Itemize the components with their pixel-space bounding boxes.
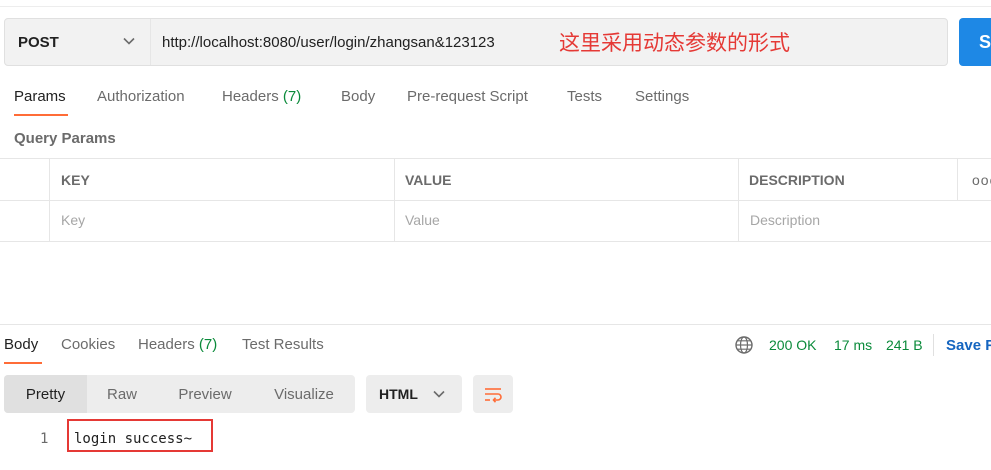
bulk-edit-menu-icon[interactable]: ooo — [972, 172, 991, 188]
tab-settings[interactable]: Settings — [635, 88, 689, 108]
tab-label: Authorization — [97, 88, 185, 105]
response-tab-headers[interactable]: Headers (7) — [138, 336, 217, 353]
headers-count: (7) — [282, 88, 302, 105]
chevron-down-icon — [433, 390, 445, 398]
column-header-key: KEY — [61, 172, 90, 188]
tab-label: Tests — [567, 88, 603, 105]
response-headers-count: (7) — [198, 336, 218, 353]
method-select[interactable]: POST — [5, 19, 151, 65]
column-divider — [957, 159, 958, 200]
query-params-title: Query Params — [14, 130, 116, 147]
line-number: 1 — [40, 431, 49, 447]
response-tab-test-results[interactable]: Test Results — [242, 336, 324, 353]
row-divider — [0, 200, 991, 201]
globe-icon[interactable] — [734, 335, 754, 355]
tab-label: Params — [14, 88, 66, 105]
send-button[interactable]: S — [959, 18, 991, 66]
value-input[interactable]: Value — [405, 212, 440, 228]
status-code[interactable]: 200 OK — [769, 337, 816, 353]
tab-label: Pre-request Script — [407, 88, 528, 105]
annotation-text: 这里采用动态参数的形式 — [559, 31, 790, 55]
status-divider — [933, 334, 934, 356]
response-size[interactable]: 241 B — [886, 337, 923, 353]
url-text: http://localhost:8080/user/login/zhangsa… — [162, 33, 495, 51]
response-divider — [0, 324, 991, 325]
view-raw[interactable]: Raw — [87, 375, 157, 413]
column-header-description: DESCRIPTION — [749, 172, 845, 188]
tab-label: Headers — [222, 88, 279, 105]
url-input[interactable]: http://localhost:8080/user/login/zhangsa… — [162, 19, 495, 65]
response-tab-cookies[interactable]: Cookies — [61, 336, 115, 353]
highlight-box — [67, 419, 213, 452]
tab-tests[interactable]: Tests — [567, 88, 602, 108]
tab-params[interactable]: Params — [14, 88, 66, 108]
format-label: HTML — [379, 386, 418, 402]
tab-label: Body — [4, 336, 39, 353]
tab-label: Cookies — [61, 336, 116, 353]
active-tab-indicator — [14, 114, 68, 116]
tab-headers[interactable]: Headers (7) — [222, 88, 301, 108]
active-response-tab-indicator — [4, 362, 42, 364]
response-time[interactable]: 17 ms — [834, 337, 872, 353]
wrap-lines-button[interactable] — [473, 375, 513, 413]
request-bar: POST http://localhost:8080/user/login/zh… — [4, 18, 948, 66]
tab-label: Settings — [635, 88, 690, 105]
response-tab-body[interactable]: Body — [4, 336, 38, 353]
column-header-value: VALUE — [405, 172, 452, 188]
description-input[interactable]: Description — [750, 212, 820, 228]
view-preview[interactable]: Preview — [157, 375, 253, 413]
tab-body[interactable]: Body — [341, 88, 375, 108]
tab-pre-request-script[interactable]: Pre-request Script — [407, 88, 528, 108]
view-mode-toggle: Pretty Raw Preview Visualize — [4, 375, 355, 413]
save-response-button[interactable]: Save R — [946, 337, 991, 354]
tab-label: Body — [341, 88, 376, 105]
method-label: POST — [18, 33, 59, 51]
tab-authorization[interactable]: Authorization — [97, 88, 185, 108]
send-button-label: S — [979, 31, 991, 52]
view-visualize[interactable]: Visualize — [253, 375, 355, 413]
chevron-down-icon — [123, 37, 135, 45]
format-select[interactable]: HTML — [366, 375, 462, 413]
tab-label: Test Results — [242, 336, 324, 353]
tab-label: Headers — [138, 336, 195, 353]
key-input[interactable]: Key — [61, 212, 85, 228]
params-table: KEY VALUE DESCRIPTION ooo Key Value Desc… — [0, 158, 991, 242]
top-divider — [0, 6, 991, 7]
view-pretty[interactable]: Pretty — [4, 375, 87, 413]
wrap-lines-icon — [485, 388, 502, 403]
